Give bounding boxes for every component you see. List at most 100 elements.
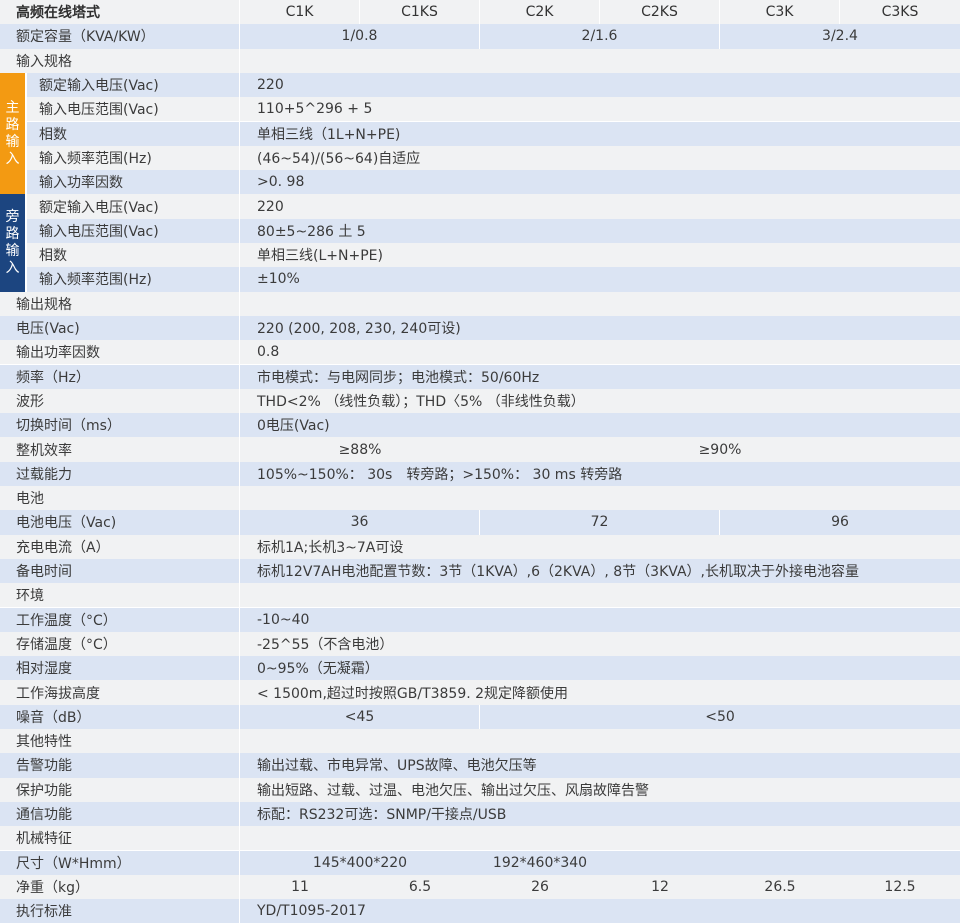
row-label: 电压(Vac) [0,316,240,340]
table-row: 电压(Vac) 220 (200, 208, 230, 240可设) [0,316,960,340]
table-row: 通信功能 标配：RS232可选：SNMP/干接点/USB [0,802,960,826]
table-row: 输入电压范围(Vac) 110+5^296 + 5 [0,97,960,121]
table-row: 切换时间（ms） 0电压(Vac) [0,413,960,437]
row-label: 相数 [27,243,240,267]
table-title: 高频在线塔式 [0,0,240,24]
table-row: 输入功率因数 >0. 98 [0,170,960,194]
weight-c3k: 26.5 [720,875,840,899]
weight-c2k: 26 [480,875,600,899]
table-header: 高频在线塔式 C1K C1KS C2K C2KS C3K C3KS [0,0,960,24]
row-label: 额定输入电压(Vac) [27,194,240,218]
table-row: 执行标准 YD/T1095-2017 [0,899,960,923]
battery-voltage-3k: 96 [720,510,960,534]
model-c2ks: C2KS [600,0,720,24]
row-label: 额定输入电压(Vac) [27,73,240,97]
noise-value-1k: <45 [240,705,480,729]
weight-c2ks: 12 [600,875,720,899]
table-row: 净重（kg） 11 6.5 26 12 26.5 12.5 [0,875,960,899]
size-value-long: 192*460*340 [480,851,600,875]
row-label: 告警功能 [0,753,240,777]
section-environment-label: 环境 [0,583,240,607]
row-label: 过载能力 [0,462,240,486]
row-value: < 1500m,超过时按照GB/T3859. 2规定降额使用 [240,680,960,704]
table-row: 整机效率 ≥88% ≥90% [0,437,960,461]
row-value: 0.8 [240,340,960,364]
row-label: 额定容量（KVA/KW） [0,24,240,48]
row-label: 存储温度（°C） [0,632,240,656]
table-row: 相数 单相三线(L+N+PE) [0,243,960,267]
section-battery-label: 电池 [0,486,240,510]
row-label: 切换时间（ms） [0,413,240,437]
table-row: 输入频率范围(Hz) (46~54)/(56~64)自适应 [0,146,960,170]
row-value: -25^55（不含电池） [240,632,960,656]
row-value: 220 (200, 208, 230, 240可设) [240,316,960,340]
capacity-value-3k: 3/2.4 [720,24,960,48]
table-row: 尺寸（W*Hmm） 145*400*220 192*460*340 [0,851,960,875]
model-c1ks: C1KS [360,0,480,24]
row-label: 尺寸（W*Hmm） [0,851,240,875]
row-label: 保护功能 [0,778,240,802]
row-value: 市电模式：与电网同步；电池模式：50/60Hz [240,365,960,389]
section-mechanical-label: 机械特征 [0,826,240,850]
row-value: -10~40 [240,608,960,632]
table-row: 额定输入电压(Vac) 220 [0,194,960,218]
section-row: 机械特征 [0,826,960,850]
section-other-label: 其他特性 [0,729,240,753]
noise-value-2k-3k: <50 [480,705,960,729]
spec-table: 高频在线塔式 C1K C1KS C2K C2KS C3K C3KS 额定容量（K… [0,0,960,922]
table-row: 额定输入电压(Vac) 220 [0,73,960,97]
row-label: 输入电压范围(Vac) [27,219,240,243]
empty-cell [240,292,960,316]
section-output-label: 输出规格 [0,292,240,316]
table-row: 频率（Hz） 市电模式：与电网同步；电池模式：50/60Hz [0,365,960,389]
row-value: 105%~150%： 30s 转旁路；>150%： 30 ms 转旁路 [240,462,960,486]
row-value: >0. 98 [240,170,960,194]
table-row: 电池电压（Vac) 36 72 96 [0,510,960,534]
row-label: 输出功率因数 [0,340,240,364]
row-value: ±10% [240,267,960,291]
row-label: 工作温度（°C） [0,608,240,632]
row-value: 标机1A;长机3~7A可设 [240,535,960,559]
row-value: THD<2% （线性负载）；THD〈5% （非线性负载） [240,389,960,413]
empty-cell [240,826,960,850]
row-value: 单相三线(L+N+PE) [240,243,960,267]
row-label: 噪音（dB） [0,705,240,729]
table-row: 输入频率范围(Hz) ±10% [0,267,960,291]
table-row: 保护功能 输出短路、过载、过温、电池欠压、输出过欠压、风扇故障告警 [0,778,960,802]
table-row: 过载能力 105%~150%： 30s 转旁路；>150%： 30 ms 转旁路 [0,462,960,486]
table-row: 充电电流（A） 标机1A;长机3~7A可设 [0,535,960,559]
battery-voltage-1k: 36 [240,510,480,534]
model-c1k: C1K [240,0,360,24]
row-label: 通信功能 [0,802,240,826]
row-value: 0~95%（无凝霜） [240,656,960,680]
row-label: 执行标准 [0,899,240,923]
table-row: 工作温度（°C） -10~40 [0,608,960,632]
weight-c1k: 11 [240,875,360,899]
row-label: 输入功率因数 [27,170,240,194]
row-label: 工作海拔高度 [0,680,240,704]
table-row: 备电时间 标机12V7AH电池配置节数：3节（1KVA）,6（2KVA）, 8节… [0,559,960,583]
table-row: 输入电压范围(Vac) 80±5~286 土 5 [0,219,960,243]
row-label: 电池电压（Vac) [0,510,240,534]
row-label: 净重（kg） [0,875,240,899]
table-row: 工作海拔高度 < 1500m,超过时按照GB/T3859. 2规定降额使用 [0,680,960,704]
capacity-value-2k: 2/1.6 [480,24,720,48]
table-row: 额定容量（KVA/KW） 1/0.8 2/1.6 3/2.4 [0,24,960,48]
row-label: 充电电流（A） [0,535,240,559]
row-label: 相数 [27,122,240,146]
empty-cell [240,49,960,73]
row-label: 输入电压范围(Vac) [27,97,240,121]
row-value: 输出短路、过载、过温、电池欠压、输出过欠压、风扇故障告警 [240,778,960,802]
row-label: 频率（Hz） [0,365,240,389]
empty-cell [240,729,960,753]
efficiency-value-2k-3k: ≥90% [480,437,960,461]
row-label: 相对湿度 [0,656,240,680]
table-row: 告警功能 输出过载、市电异常、UPS故障、电池欠压等 [0,753,960,777]
row-label: 整机效率 [0,437,240,461]
row-label: 输入频率范围(Hz) [27,267,240,291]
section-row: 输出规格 [0,292,960,316]
row-value: 220 [240,194,960,218]
table-row: 相数 单相三线（1L+N+PE) [0,122,960,146]
table-row: 相对湿度 0~95%（无凝霜） [0,656,960,680]
table-row: 存储温度（°C） -25^55（不含电池） [0,632,960,656]
